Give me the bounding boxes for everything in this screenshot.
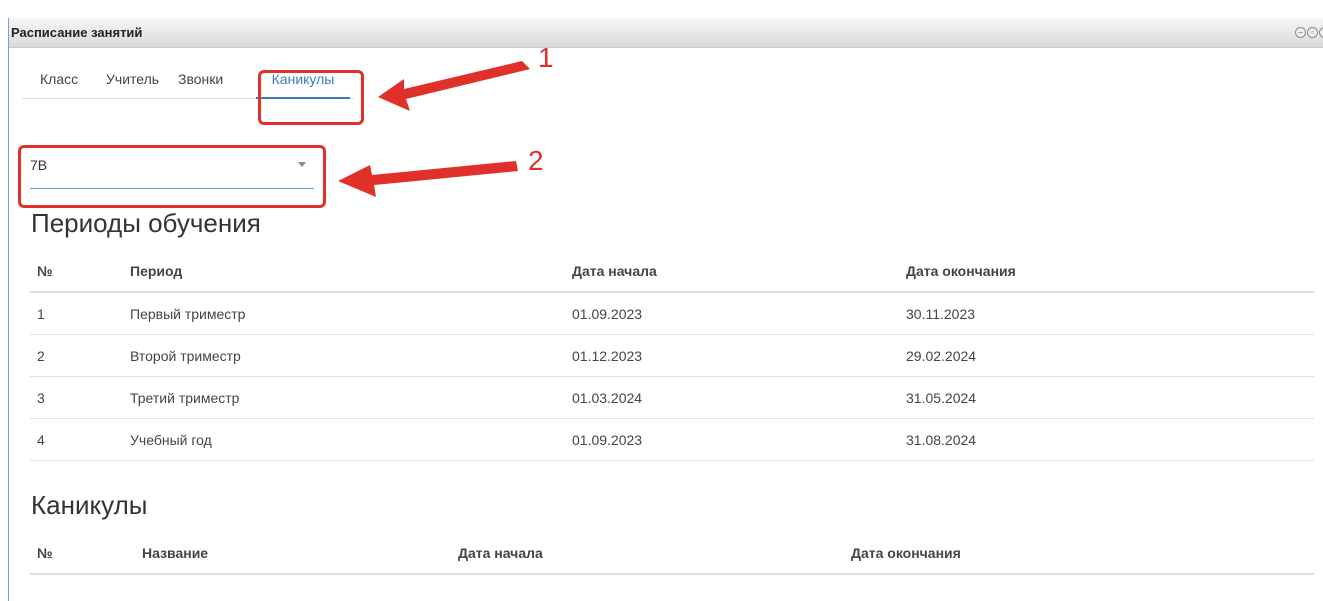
cell-number: 1: [30, 292, 123, 335]
cell-end: 31.08.2024: [899, 418, 1314, 461]
annotation-arrow-1: [378, 61, 530, 111]
column-header-start: Дата начала: [451, 533, 844, 575]
column-header-start: Дата начала: [565, 251, 899, 293]
column-header-name: Название: [135, 533, 451, 575]
tab-teacher[interactable]: Учитель: [106, 70, 159, 97]
cell-start: 01.09.2023: [565, 292, 899, 335]
annotation-number-1: 1: [538, 42, 554, 73]
table-row[interactable]: 3 Третий триместр 01.03.2024 31.05.2024: [30, 376, 1314, 419]
holidays-table: № Название Дата начала Дата окончания: [30, 533, 1314, 575]
annotation-box-tab: [258, 70, 364, 125]
cell-period: Первый триместр: [123, 292, 565, 335]
cell-period: Второй триместр: [123, 334, 565, 377]
minimize-icon[interactable]: –: [1295, 27, 1306, 38]
cell-number: 3: [30, 376, 123, 419]
annotation-number-2: 2: [528, 145, 544, 176]
holidays-heading: Каникулы: [31, 490, 148, 520]
table-row[interactable]: 2 Второй триместр 01.12.2023 29.02.2024: [30, 334, 1314, 377]
cell-period: Учебный год: [123, 418, 565, 461]
tab-bells[interactable]: Звонки: [178, 70, 223, 97]
cell-end: 29.02.2024: [899, 334, 1314, 377]
cell-start: 01.03.2024: [565, 376, 899, 419]
table-row[interactable]: 1 Первый триместр 01.09.2023 30.11.2023: [30, 292, 1314, 335]
tab-class[interactable]: Класс: [40, 70, 78, 97]
cell-start: 01.09.2023: [565, 418, 899, 461]
column-header-number: №: [30, 533, 135, 575]
window-title: Расписание занятий: [11, 25, 143, 40]
maximize-icon[interactable]: ▫: [1307, 27, 1318, 38]
column-header-number: №: [30, 251, 123, 293]
table-header-row: № Период Дата начала Дата окончания: [30, 251, 1314, 293]
cell-end: 30.11.2023: [899, 292, 1314, 335]
cell-start: 01.12.2023: [565, 334, 899, 377]
periods-table: № Период Дата начала Дата окончания 1 Пе…: [30, 251, 1314, 461]
cell-period: Третий триместр: [123, 376, 565, 419]
periods-heading: Периоды обучения: [31, 208, 261, 238]
annotation-arrow-2: [338, 161, 518, 197]
table-header-row: № Название Дата начала Дата окончания: [30, 533, 1314, 575]
column-header-end: Дата окончания: [844, 533, 1314, 575]
cell-number: 4: [30, 418, 123, 461]
cell-number: 2: [30, 334, 123, 377]
table-row[interactable]: 4 Учебный год 01.09.2023 31.08.2024: [30, 418, 1314, 461]
window-titlebar[interactable]: Расписание занятий – ▫ ×: [9, 18, 1323, 48]
cell-end: 31.05.2024: [899, 376, 1314, 419]
annotation-box-select: [18, 145, 326, 208]
column-header-end: Дата окончания: [899, 251, 1314, 293]
close-icon[interactable]: ×: [1319, 27, 1323, 38]
column-header-period: Период: [123, 251, 565, 293]
